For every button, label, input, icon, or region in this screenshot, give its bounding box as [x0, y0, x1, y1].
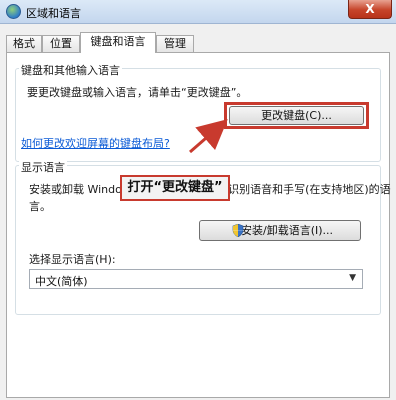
title-bar: 区域和语言 X: [0, 0, 396, 24]
annotation-arrow: [189, 119, 228, 154]
annotation-callout: 打开“更改键盘”: [120, 175, 230, 201]
close-button[interactable]: X: [348, 0, 392, 19]
tab-keyboards-languages[interactable]: 键盘和语言: [80, 32, 156, 53]
globe-icon: [6, 4, 21, 19]
dialog-body: 格式 位置 键盘和语言 管理 键盘和其他输入语言 要更改键盘或输入语言，请单击“…: [0, 24, 396, 400]
window-title: 区域和语言: [26, 7, 81, 20]
